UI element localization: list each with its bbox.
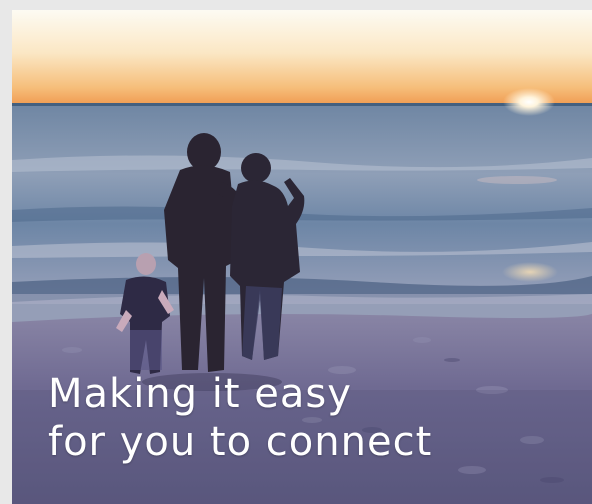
headline-line-2: for you to connect xyxy=(48,419,433,465)
hero-headline: Making it easy for you to connect xyxy=(48,370,432,466)
page-frame: Making it easy for you to connect xyxy=(0,0,592,504)
hero-banner: Making it easy for you to connect xyxy=(12,10,592,504)
headline-line-1: Making it easy xyxy=(48,371,352,417)
